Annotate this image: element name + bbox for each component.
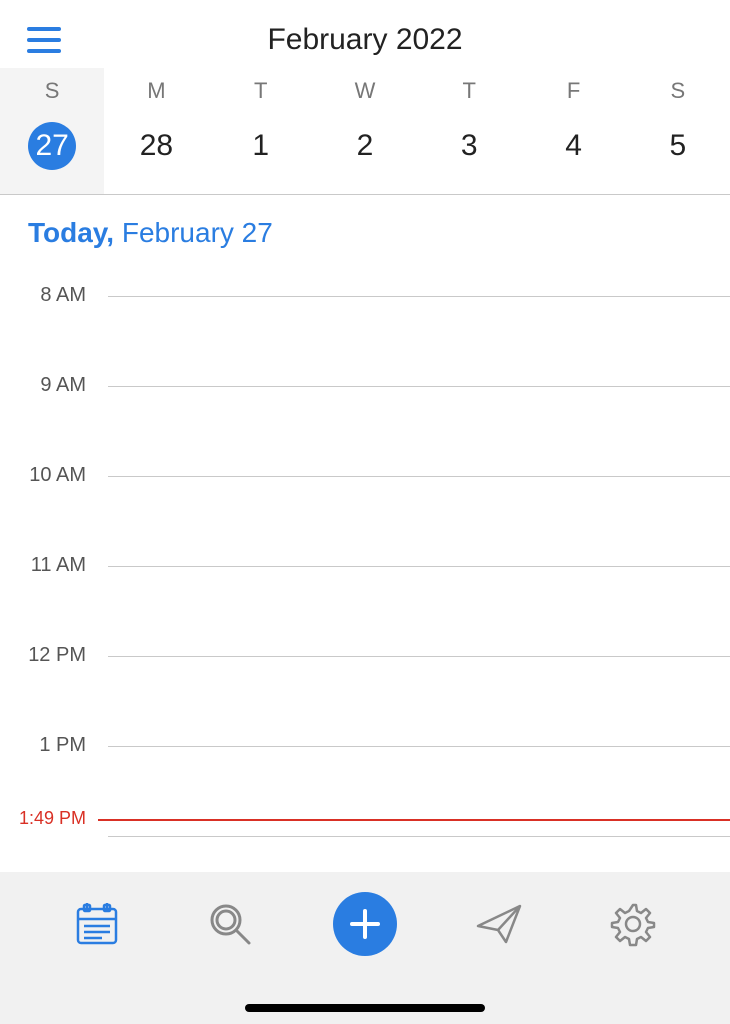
day-column[interactable]: M 28: [104, 68, 208, 194]
plus-icon: [348, 907, 382, 941]
day-number: 27: [28, 122, 76, 170]
day-column[interactable]: T3: [417, 68, 521, 194]
gear-icon: [608, 899, 658, 949]
tab-search[interactable]: [200, 894, 260, 954]
current-time-line: [98, 819, 730, 821]
time-slot: 8 AM: [0, 296, 730, 297]
day-number: 3: [445, 122, 493, 170]
day-header: T: [209, 68, 313, 112]
time-slot: 1 PM: [0, 746, 730, 747]
day-number: 28: [132, 122, 180, 170]
day-header: S: [626, 68, 730, 112]
day-header: T: [417, 68, 521, 112]
day-number: 2: [341, 122, 389, 170]
time-label: 9 AM: [0, 374, 98, 397]
hour-line: [108, 296, 730, 297]
today-label: Today, February 27: [0, 195, 730, 261]
hour-line: [108, 746, 730, 747]
time-label: 8 AM: [0, 284, 98, 307]
week-row: S27M28T1W2T3F4S5: [0, 68, 730, 194]
time-label: 12 PM: [0, 644, 98, 667]
home-indicator: [245, 1004, 485, 1012]
hour-line: [108, 836, 730, 837]
bottom-bar: [0, 872, 730, 1024]
calendar-icon: [72, 899, 122, 949]
today-date: February 27: [122, 217, 273, 248]
day-number: 1: [237, 122, 285, 170]
time-slot: 9 AM: [0, 386, 730, 387]
day-number: 4: [550, 122, 598, 170]
time-label: 1 PM: [0, 734, 98, 757]
search-icon: [205, 899, 255, 949]
tab-send[interactable]: [470, 894, 530, 954]
time-slot: 12 PM: [0, 656, 730, 657]
tab-settings[interactable]: [603, 894, 663, 954]
add-button[interactable]: [333, 892, 397, 956]
hour-line: [108, 476, 730, 477]
today-prefix: Today,: [28, 217, 114, 248]
time-label: 10 AM: [0, 464, 98, 487]
hour-line: [108, 566, 730, 567]
tab-calendar[interactable]: [67, 894, 127, 954]
hour-line: [108, 386, 730, 387]
schedule-view[interactable]: 8 AM9 AM10 AM11 AM12 PM1 PM1:49 PM: [0, 261, 730, 821]
day-number: 5: [654, 122, 702, 170]
time-label: 11 AM: [0, 554, 98, 577]
paper-plane-icon: [474, 898, 526, 950]
month-title: February 2022: [24, 23, 706, 57]
day-header: S: [0, 68, 104, 112]
hour-line: [108, 656, 730, 657]
day-column[interactable]: W2: [313, 68, 417, 194]
time-slot: 11 AM: [0, 566, 730, 567]
day-header: F: [521, 68, 625, 112]
day-header: M: [104, 68, 208, 112]
day-column[interactable]: S 27: [0, 68, 104, 194]
day-header: W: [313, 68, 417, 112]
current-time-label: 1:49 PM: [0, 808, 98, 829]
day-column[interactable]: F4: [521, 68, 625, 194]
day-column[interactable]: T1: [209, 68, 313, 194]
day-column[interactable]: S5: [626, 68, 730, 194]
time-slot: 10 AM: [0, 476, 730, 477]
